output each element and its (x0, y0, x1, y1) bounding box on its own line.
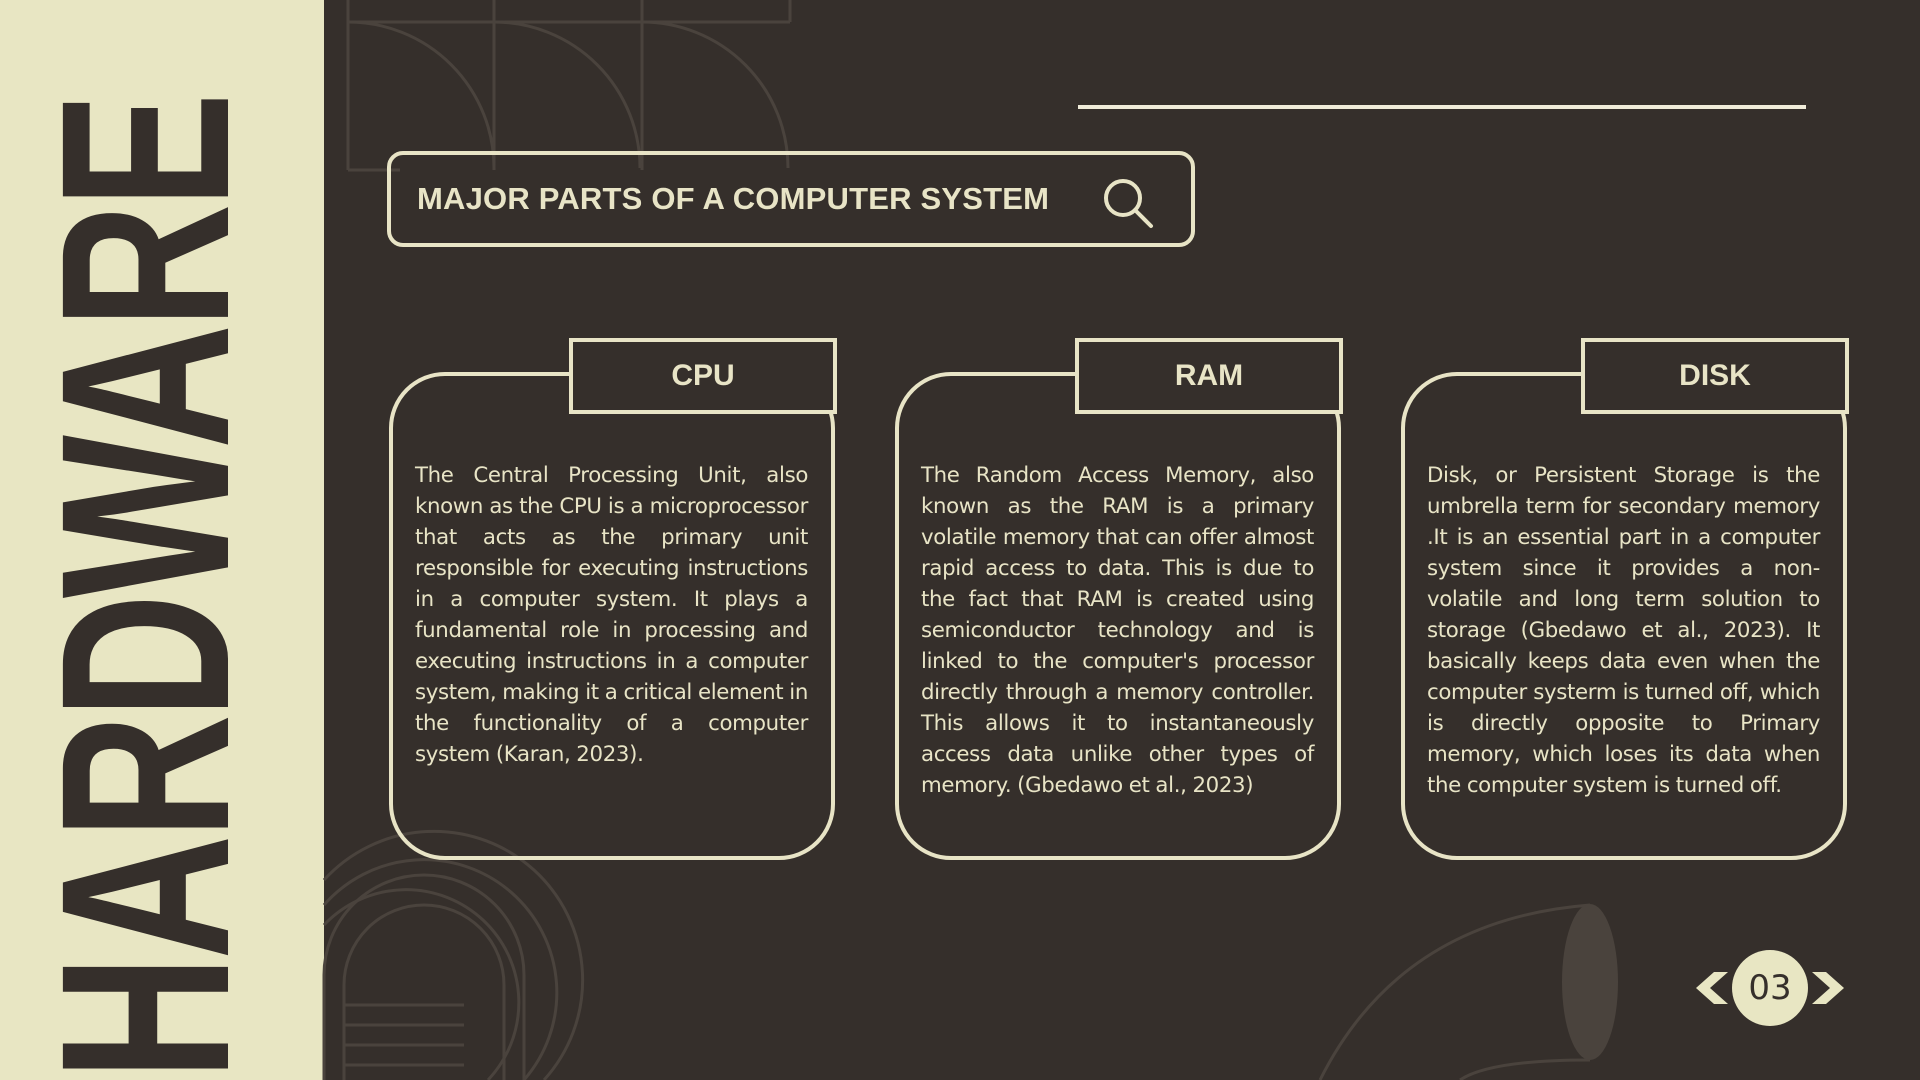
chevron-right-icon[interactable] (1810, 970, 1846, 1006)
search-icon[interactable] (1101, 176, 1155, 230)
page-number: 03 (1732, 950, 1808, 1026)
card-ram-title: RAM (1075, 338, 1343, 414)
card-ram-text: The Random Access Memory, also known as … (921, 463, 1314, 798)
card-disk-text: Disk, or Persistent Storage is the umbre… (1427, 463, 1820, 798)
search-header[interactable]: MAJOR PARTS OF A COMPUTER SYSTEM (387, 151, 1195, 247)
card-cpu-title: CPU (569, 338, 837, 414)
card-disk-title: DISK (1581, 338, 1849, 414)
pager: 03 (1694, 950, 1846, 1026)
page-title: MAJOR PARTS OF A COMPUTER SYSTEM (417, 181, 1050, 216)
card-cpu-text: The Central Processing Unit, also known … (415, 463, 808, 767)
top-divider (1078, 105, 1806, 109)
chevron-left-icon[interactable] (1694, 970, 1730, 1006)
